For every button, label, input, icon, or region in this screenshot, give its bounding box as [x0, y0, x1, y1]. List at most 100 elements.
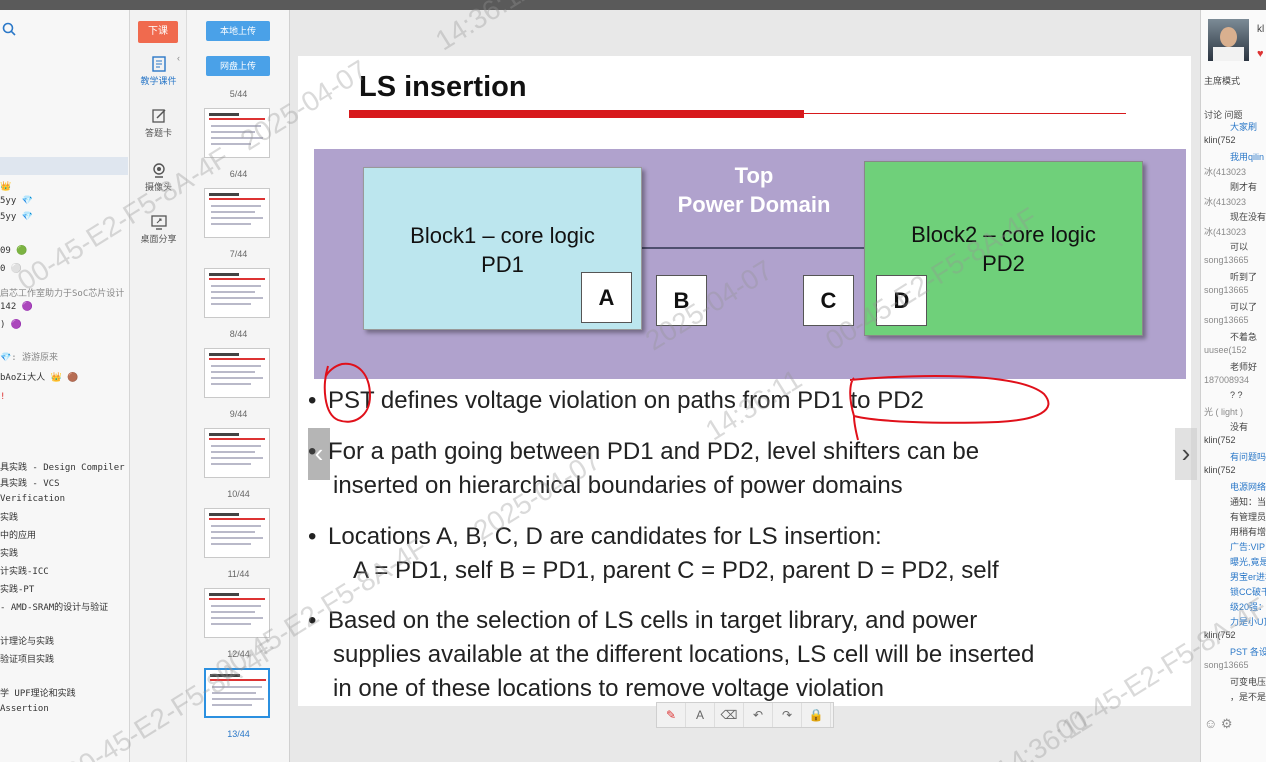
answer-card-tool[interactable]: 答题卡 — [130, 108, 187, 139]
course-list-row[interactable]: bAoZi大人 👑 🟤 — [0, 370, 78, 383]
chat-message: 我用qilin — [1230, 152, 1265, 162]
bullet-3: • Locations A, B, C, D are candidates for… — [308, 523, 882, 550]
power-domain-diagram: Top Power Domain Block1 – core logic PD1… — [314, 149, 1186, 379]
emoji-icon[interactable]: ☺ ⚙ — [1204, 716, 1233, 732]
course-list-row[interactable]: ! — [0, 392, 5, 402]
block1-title: Block1 – core logic — [410, 223, 595, 248]
thumbnail-page-label: 9/44 — [229, 409, 248, 419]
course-list-row[interactable]: 实践-PT — [0, 582, 34, 595]
mode-label: 主席模式 — [1204, 76, 1241, 86]
course-list-row[interactable]: 中的应用 — [0, 528, 36, 541]
chat-message: 通知：当 — [1230, 497, 1266, 507]
course-list-row[interactable]: 👑 — [0, 182, 11, 192]
chat-message: 级20强：多平 — [1230, 602, 1266, 612]
course-list-row[interactable]: 实践 — [0, 546, 18, 559]
chat-message: klin(752 — [1204, 465, 1236, 475]
course-list-row[interactable]: 09 🟢 — [0, 246, 27, 256]
bullet-4-line1: Based on the selection of LS cells in ta… — [328, 607, 978, 634]
domain-connector-line — [642, 247, 864, 249]
cloud-upload-button[interactable]: 网盘上传 — [206, 56, 270, 76]
chat-message: 可变电压 — [1230, 677, 1266, 687]
undo-tool[interactable]: ↶ — [744, 703, 773, 727]
course-list-row[interactable]: 5yy 💎 — [0, 196, 33, 206]
slide-thumbnail[interactable] — [204, 428, 270, 478]
chat-message: 有管理员可以 — [1230, 512, 1266, 522]
course-list-row[interactable]: 学 UPF理论和实践 — [0, 686, 76, 699]
course-list-row[interactable]: 5yy 💎 — [0, 212, 33, 222]
prev-slide-button[interactable]: ‹ — [308, 428, 330, 480]
course-list-row[interactable]: 启芯工作室助力于SoC芯片设计 — [0, 286, 124, 299]
selected-row-highlight — [0, 157, 128, 175]
course-list-row[interactable]: Verification — [0, 494, 65, 504]
courseware-tool[interactable]: 教学课件 — [130, 56, 187, 87]
chat-message: 187008934 — [1204, 375, 1250, 385]
chat-message: 可以 — [1230, 242, 1249, 252]
location-d-box: D — [876, 275, 927, 326]
slide-thumbnail[interactable] — [204, 268, 270, 318]
chat-message: PST 各设 — [1230, 647, 1266, 657]
bullet-2-line2: inserted on hierarchical boundaries of p… — [333, 472, 903, 499]
bullet-4-line3: in one of these locations to remove volt… — [333, 675, 885, 702]
top-power-domain-label: Top Power Domain — [644, 161, 864, 219]
slide-thumbnail[interactable] — [204, 588, 270, 638]
lock-tool[interactable]: 🔒 — [802, 703, 831, 727]
location-c-box: C — [803, 275, 854, 326]
chat-message: 冰(413023 — [1204, 167, 1247, 177]
courseware-label: 教学课件 — [140, 76, 177, 86]
bullet-4-line2: supplies available at the different loca… — [333, 641, 1035, 668]
course-list-row[interactable]: 具实践 - VCS — [0, 476, 60, 489]
course-list-row[interactable]: 验证项目实践 — [0, 652, 54, 665]
chat-message: 听到了 — [1230, 272, 1258, 282]
course-list-row[interactable]: 0 ⚪ — [0, 264, 22, 274]
chat-message: 没有 — [1230, 422, 1249, 432]
chat-message: 用稍有增加] — [1230, 527, 1266, 537]
search-icon[interactable] — [2, 22, 16, 36]
chat-message: uusee(152 — [1204, 345, 1247, 355]
slide-thumbnail[interactable] — [204, 348, 270, 398]
course-list-row[interactable]: ) 🟣 — [0, 320, 22, 330]
answer-card-icon — [151, 109, 166, 123]
course-list-row[interactable]: 142 🟣 — [0, 302, 33, 312]
undo-icon: ↶ — [752, 708, 764, 722]
course-list-row[interactable]: - AMD-SRAM的设计与验证 — [0, 600, 108, 613]
course-list-row[interactable]: 具实践 - Design Compiler — [0, 460, 125, 473]
block2-title: Block2 – core logic — [911, 222, 1096, 247]
chat-message: 电源网络 — [1230, 482, 1266, 492]
camera-icon — [152, 163, 165, 178]
slide-thumbnail[interactable] — [204, 508, 270, 558]
course-list-row[interactable]: 💎: 游游原来 — [0, 350, 58, 363]
chat-message: 广告:VIP — [1230, 542, 1266, 552]
local-upload-button[interactable]: 本地上传 — [206, 21, 270, 41]
redo-tool[interactable]: ↷ — [773, 703, 802, 727]
course-list-row[interactable]: 计理论与实践 — [0, 634, 54, 647]
chat-message: 冰(413023 — [1204, 227, 1247, 237]
thumbnail-page-label: 8/44 — [229, 329, 248, 339]
camera-tool[interactable]: 摄像头 — [130, 162, 187, 193]
eraser-tool[interactable]: ⌫ — [715, 703, 744, 727]
end-class-button[interactable]: 下课 — [138, 21, 178, 43]
course-list-row[interactable]: 计实践-ICC — [0, 564, 49, 577]
pen-tool[interactable]: ✎ — [657, 703, 686, 727]
chat-message: 有问题吗 — [1230, 452, 1266, 462]
teacher-name: kl — [1257, 24, 1265, 35]
thumbnail-page-label: 5/44 — [229, 89, 248, 99]
course-list-row[interactable]: Assertion — [0, 704, 49, 714]
desktop-share-tool[interactable]: 桌面分享 — [130, 214, 187, 245]
slide-thumbnail[interactable] — [204, 668, 270, 718]
title-underline-thin — [804, 113, 1126, 114]
location-a-box: A — [581, 272, 632, 323]
thumbnail-page-label: 12/44 — [227, 649, 250, 659]
slide-thumbnail[interactable] — [204, 188, 270, 238]
slide-thumbnail[interactable] — [204, 108, 270, 158]
like-heart-icon[interactable]: ♥ — [1257, 48, 1264, 60]
course-list-row[interactable]: 实践 — [0, 510, 18, 523]
text-tool[interactable]: A — [686, 703, 715, 727]
bullet-1: • PST defines voltage violation on paths … — [308, 387, 924, 414]
slide-viewer: LS insertion Top Power Domain Block1 – c… — [290, 10, 1200, 762]
chat-message: song13665 — [1204, 255, 1249, 265]
thumbnail-page-label: 13/44 — [227, 729, 250, 739]
next-slide-button[interactable]: › — [1175, 428, 1197, 480]
course-list-panel: 👑 5yy 💎 5yy 💎 09 🟢 0 ⚪ 启芯工作室助力于SoC芯片设计 142 🟣 ) … — [0, 10, 130, 762]
bullet-4: • Based on the selection of LS cells in t… — [308, 607, 978, 634]
thumbnail-page-label: 10/44 — [227, 489, 250, 499]
